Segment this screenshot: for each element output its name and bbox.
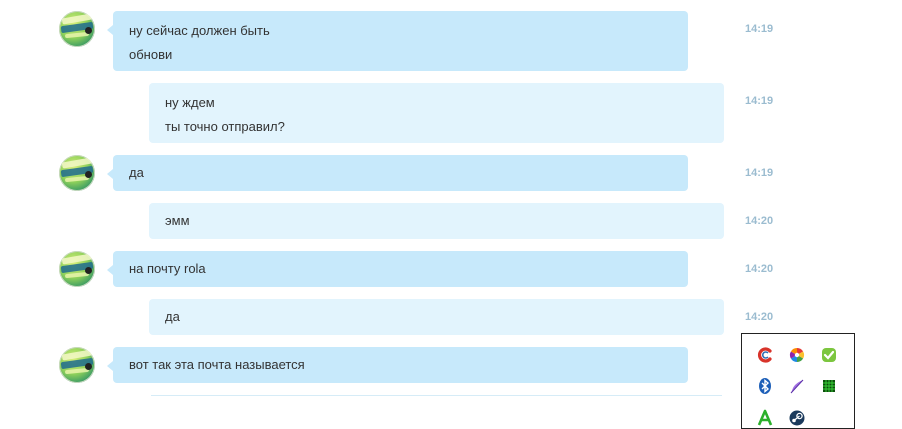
contact-avatar[interactable]	[59, 251, 95, 287]
message-timestamp: 14:19	[745, 167, 774, 179]
message-timestamp: 14:19	[745, 95, 774, 107]
message-timestamp: 14:20	[745, 311, 774, 323]
message-text: на почту rola	[129, 261, 206, 276]
message-text: да	[129, 165, 144, 180]
message-bubble-outgoing: ну ждем ты точно отправил?	[149, 83, 724, 143]
message-bubble-incoming: да	[107, 155, 688, 191]
contact-avatar[interactable]	[59, 155, 95, 191]
message-bubble-outgoing: да	[149, 299, 724, 335]
message-text: обнови	[129, 47, 173, 62]
message-timestamp: 14:19	[745, 23, 774, 35]
ccleaner-icon[interactable]	[756, 346, 774, 364]
message-text: ну сейчас должен быть	[129, 23, 270, 38]
message-bubble-incoming: на почту rola	[107, 251, 688, 287]
message-text: вот так эта почта называется	[129, 357, 305, 372]
feather-icon[interactable]	[788, 377, 806, 395]
green-check-icon[interactable]	[820, 346, 838, 364]
green-a-icon[interactable]	[756, 409, 774, 427]
message-timestamp: 14:20	[745, 215, 774, 227]
message-separator	[151, 395, 722, 396]
message-text: ты точно отправил?	[165, 119, 285, 134]
green-grid-icon[interactable]	[820, 377, 838, 395]
message-text: ну ждем	[165, 95, 215, 110]
contact-avatar[interactable]	[59, 11, 95, 47]
message-bubble-outgoing: эмм	[149, 203, 724, 239]
message-timestamp: 14:20	[745, 263, 774, 275]
bluetooth-icon[interactable]	[756, 377, 774, 395]
contact-avatar[interactable]	[59, 347, 95, 383]
message-text: да	[165, 309, 180, 324]
system-tray-popup	[741, 333, 855, 429]
picasa-icon[interactable]	[788, 346, 806, 364]
message-bubble-incoming: вот так эта почта называется	[107, 347, 688, 383]
message-bubble-incoming: ну сейчас должен быть обнови	[107, 11, 688, 71]
steam-icon[interactable]	[788, 409, 806, 427]
message-text: эмм	[165, 213, 190, 228]
